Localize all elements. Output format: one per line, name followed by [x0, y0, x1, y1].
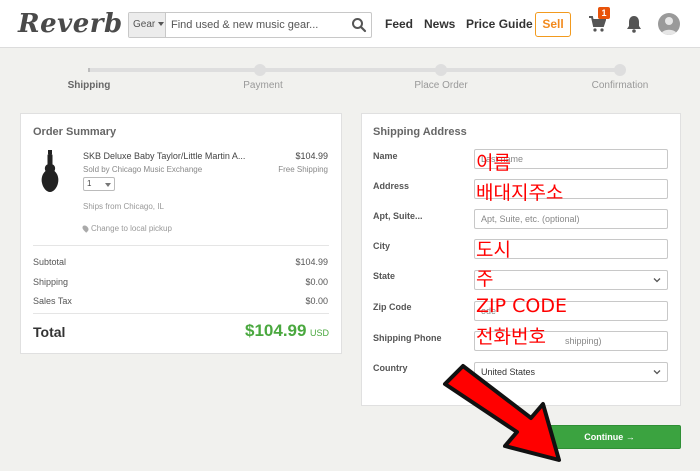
- caret-down-icon: [158, 22, 165, 27]
- caret-down-icon: [105, 183, 111, 187]
- avatar[interactable]: [658, 13, 680, 35]
- name-label: Name: [373, 151, 398, 161]
- state-label: State: [373, 271, 396, 281]
- local-pickup-link[interactable]: Change to local pickup: [81, 224, 172, 234]
- search-input[interactable]: [171, 13, 351, 37]
- step-dot-place-order: [435, 64, 447, 76]
- apt-label: Apt, Suite...: [373, 211, 423, 221]
- search-bar: Gear: [128, 12, 372, 38]
- sales-tax-label: Sales Tax: [33, 296, 72, 306]
- guitar-case-icon: [41, 150, 59, 192]
- step-shipping: Shipping: [67, 80, 111, 91]
- item-seller: Sold by Chicago Music Exchange: [83, 165, 203, 174]
- reverb-logo[interactable]: Reverb: [18, 9, 123, 39]
- total-label: Total: [33, 324, 66, 340]
- address-label: Address: [373, 181, 410, 191]
- steps-track-progress: [88, 68, 90, 72]
- top-bar: Reverb Gear Feed News Price Guide Sell 1: [0, 0, 700, 48]
- nav-price-guide[interactable]: Price Guide: [466, 17, 533, 31]
- steps-track: [88, 68, 620, 72]
- shipping-label: Shipping: [33, 277, 69, 287]
- bell-icon[interactable]: [626, 15, 642, 33]
- subtotal-value: $104.99: [295, 257, 328, 267]
- quantity-select[interactable]: 1: [83, 177, 115, 191]
- sales-tax-value: $0.00: [305, 296, 328, 306]
- country-label: Country: [373, 363, 408, 373]
- shipping-address-title: Shipping Address: [373, 126, 467, 138]
- apt-field[interactable]: [474, 209, 668, 229]
- chevron-down-icon: [653, 370, 661, 375]
- total-currency: USD: [310, 328, 330, 338]
- chevron-down-icon: [653, 278, 661, 283]
- phone-label: Shipping Phone: [373, 333, 442, 343]
- search-category-label: Gear: [133, 19, 156, 30]
- country-value: United States: [481, 367, 536, 377]
- address-field[interactable]: [474, 179, 668, 199]
- item-price: $104.99: [295, 151, 328, 161]
- search-category-select[interactable]: Gear: [129, 13, 166, 37]
- step-place-order: Place Order: [414, 80, 468, 91]
- shipping-value: $0.00: [305, 277, 328, 287]
- name-field[interactable]: [474, 149, 668, 169]
- quantity-value: 1: [87, 179, 92, 188]
- cart-count-badge: 1: [598, 7, 610, 19]
- step-confirmation: Confirmation: [591, 80, 649, 91]
- location-pin-icon: [81, 224, 90, 234]
- user-icon: [661, 17, 677, 35]
- ships-from: Ships from Chicago, IL: [83, 202, 164, 211]
- step-payment: Payment: [243, 80, 283, 91]
- local-pickup-label: Change to local pickup: [91, 224, 172, 233]
- zip-label: Zip Code: [373, 302, 412, 312]
- nav-news[interactable]: News: [424, 17, 455, 31]
- item-shipping: Free Shipping: [278, 165, 328, 174]
- order-summary-title: Order Summary: [33, 126, 117, 138]
- sell-button[interactable]: Sell: [535, 12, 571, 37]
- city-label: City: [373, 241, 391, 251]
- continue-button[interactable]: Continue →: [538, 425, 681, 449]
- phone-field[interactable]: [474, 331, 668, 351]
- country-select[interactable]: United States: [474, 362, 668, 382]
- subtotal-label: Subtotal: [33, 257, 67, 267]
- item-title[interactable]: SKB Deluxe Baby Taylor/Little Martin A..…: [83, 151, 245, 161]
- total-divider: [33, 313, 329, 314]
- state-select[interactable]: [474, 270, 668, 290]
- step-dot-confirmation: [614, 64, 626, 76]
- step-dot-payment: [254, 64, 266, 76]
- summary-divider: [33, 245, 329, 246]
- zip-field[interactable]: [474, 301, 668, 321]
- total-amount: $104.99: [245, 321, 307, 340]
- city-field[interactable]: [474, 239, 668, 259]
- search-icon[interactable]: [351, 17, 367, 33]
- order-summary-card: [20, 113, 342, 354]
- nav-feed[interactable]: Feed: [385, 17, 413, 31]
